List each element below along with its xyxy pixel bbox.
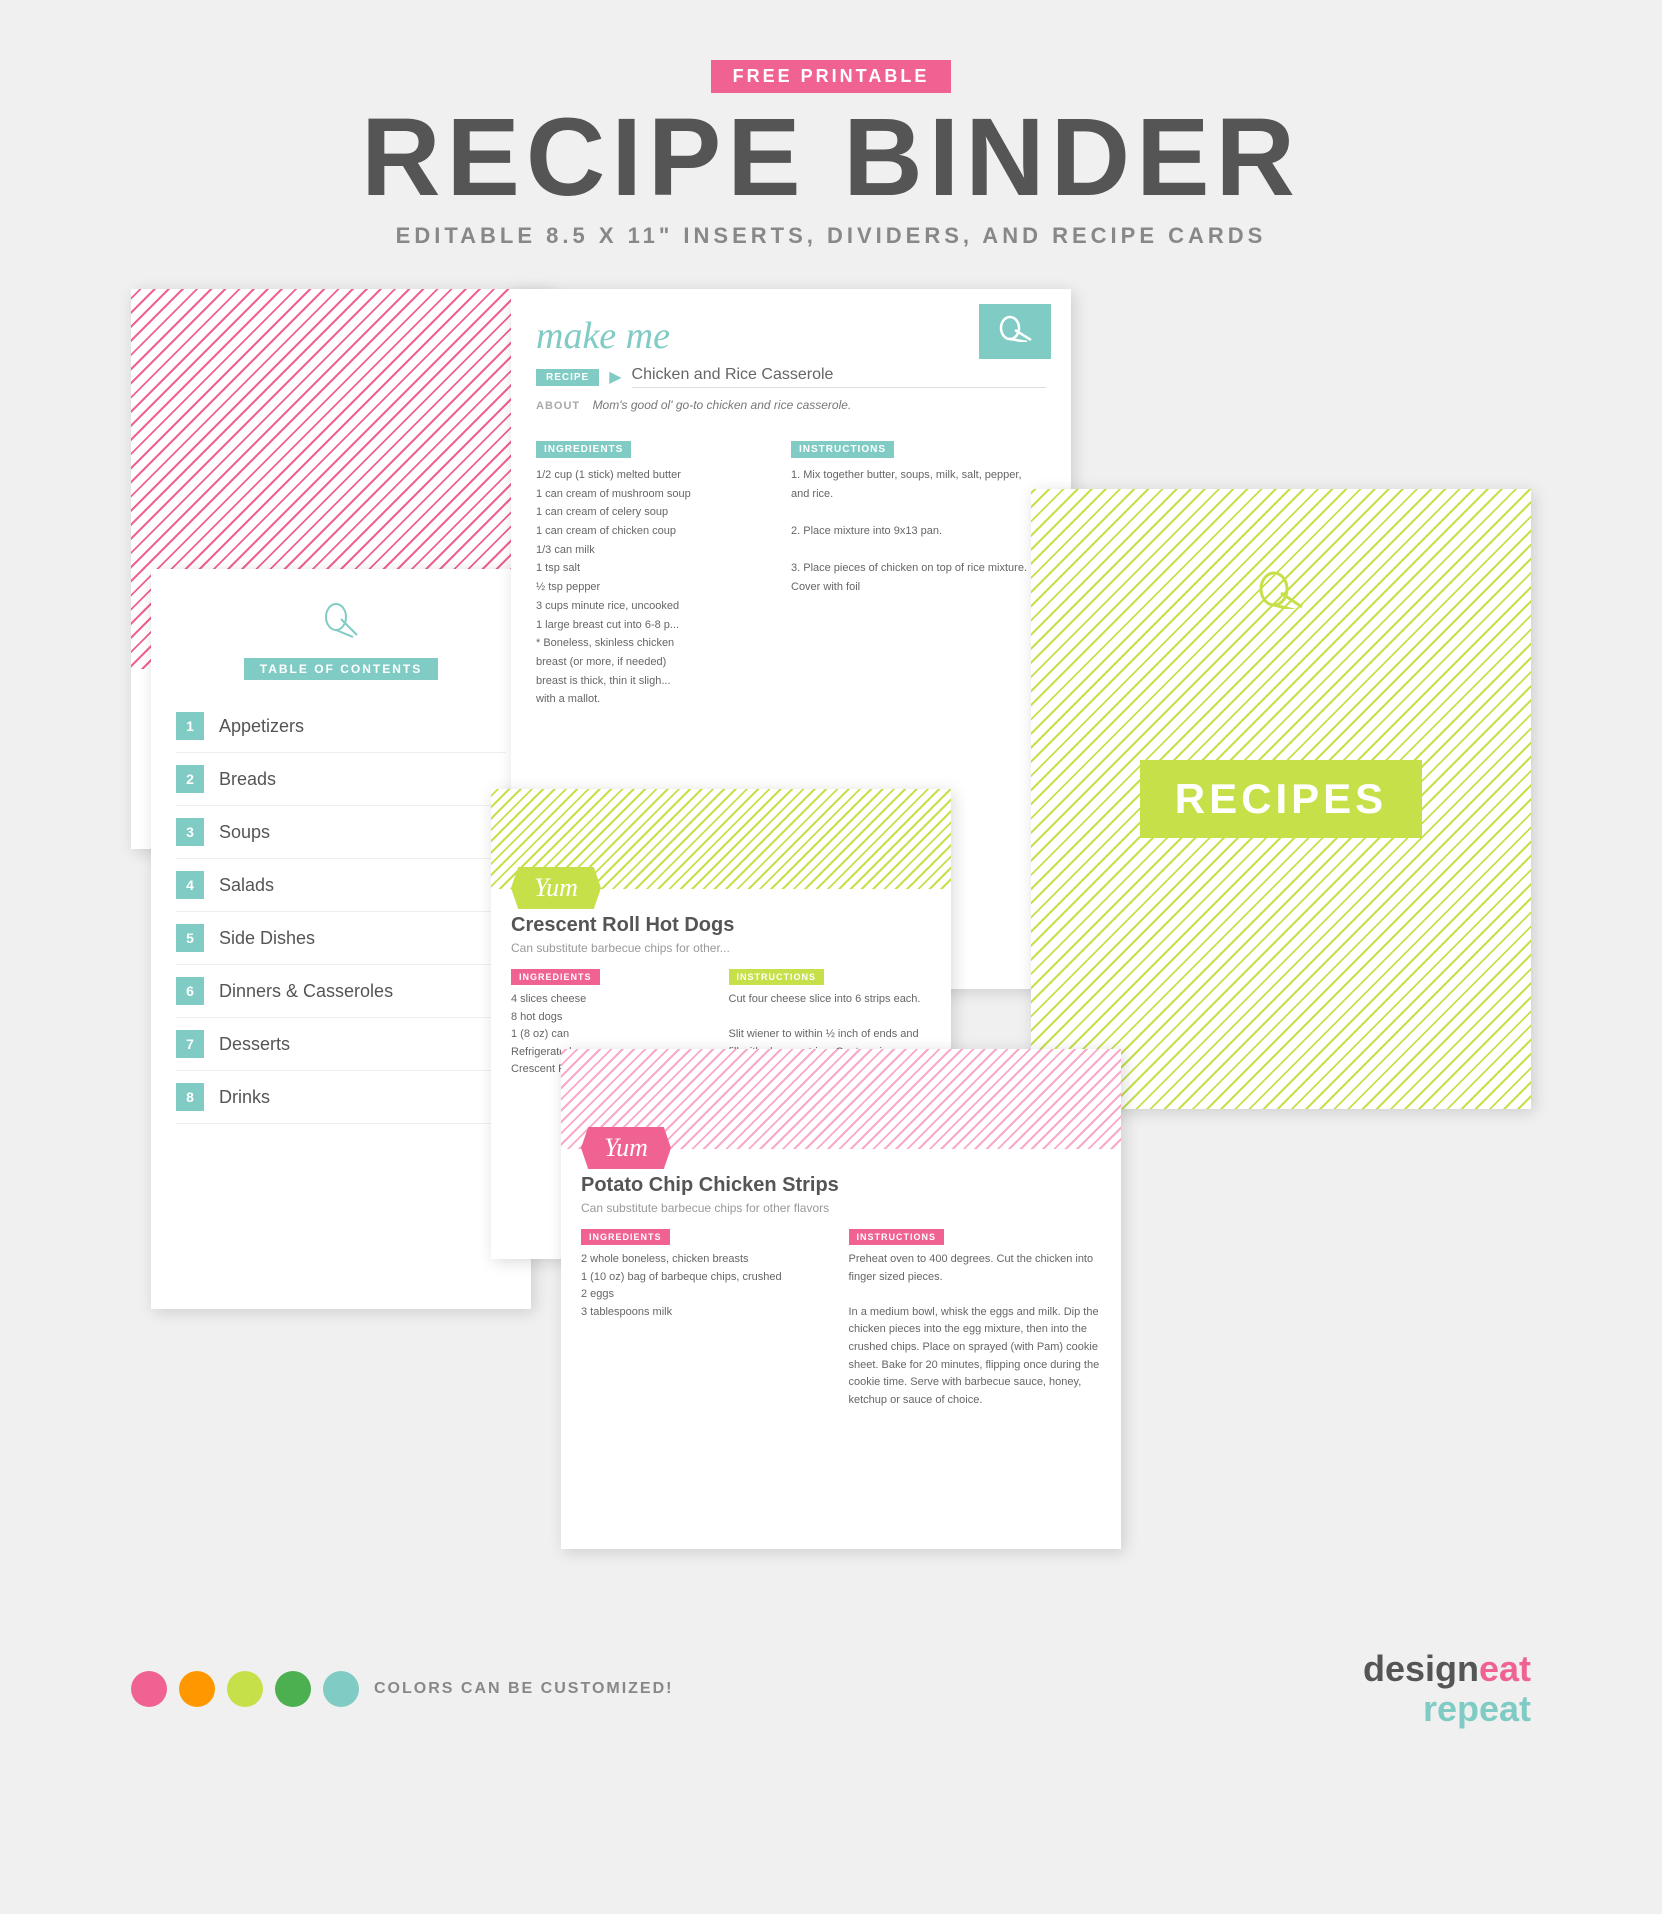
- crescent-roll-title: Crescent Roll Hot Dogs: [511, 914, 931, 937]
- crescent-roll-sub: Can substitute barbecue chips for other.…: [511, 941, 931, 955]
- potato-chip-recipe-card: Yum Potato Chip Chicken Strips Can subst…: [561, 1049, 1121, 1549]
- recipes-badge: RECIPES: [1140, 760, 1422, 838]
- whisk-teal-badge: [979, 304, 1051, 359]
- potato-chip-sub: Can substitute barbecue chips for other …: [581, 1201, 1101, 1215]
- recipes-green-card: RECIPES: [1031, 489, 1531, 1109]
- recipe-arrow-icon: ▶: [609, 367, 621, 387]
- toc-item: 4 Salads: [176, 859, 506, 912]
- potato-chip-cols: INGREDIENTS 2 whole boneless, chicken br…: [581, 1227, 1101, 1409]
- potato-ingredients-col: INGREDIENTS 2 whole boneless, chicken br…: [581, 1227, 834, 1409]
- toc-number: 7: [176, 1030, 204, 1058]
- toc-number: 6: [176, 977, 204, 1005]
- toc-item: 5 Side Dishes: [176, 912, 506, 965]
- toc-number: 2: [176, 765, 204, 793]
- toc-label: Appetizers: [219, 716, 304, 737]
- instructions-header: INSTRUCTIONS: [791, 441, 894, 458]
- toc-label: Breads: [219, 769, 276, 790]
- green-stripe-top: Yum: [491, 789, 951, 889]
- color-dot: [131, 1671, 167, 1707]
- colors-text: COLORS CAN BE CUSTOMIZED!: [374, 1680, 673, 1698]
- ingredients-col: INGREDIENTS 1/2 cup (1 stick) melted but…: [536, 439, 791, 709]
- brand-logo: designeat repeat: [1363, 1649, 1531, 1728]
- potato-instructions-text: Preheat oven to 400 degrees. Cut the chi…: [849, 1251, 1102, 1409]
- yum-badge-green: Yum: [511, 867, 601, 909]
- potato-instructions-col: INSTRUCTIONS Preheat oven to 400 degrees…: [849, 1227, 1102, 1409]
- instructions-col: INSTRUCTIONS 1. Mix together butter, sou…: [791, 439, 1046, 709]
- potato-chip-content: Potato Chip Chicken Strips Can substitut…: [561, 1149, 1121, 1424]
- green-stripe-bg: RECIPES: [1031, 489, 1531, 1109]
- toc-number: 1: [176, 712, 204, 740]
- toc-label: Dinners & Casseroles: [219, 981, 393, 1002]
- recipe-main-header: make me RECIPE ▶ Chicken and Rice Casser…: [511, 289, 1071, 439]
- crescent-instructions-header: INSTRUCTIONS: [729, 969, 825, 985]
- toc-label: Salads: [219, 875, 274, 896]
- color-dots: [131, 1671, 359, 1707]
- ingredients-header: INGREDIENTS: [536, 441, 631, 458]
- toc-label: Side Dishes: [219, 928, 315, 949]
- toc-item: 2 Breads: [176, 753, 506, 806]
- toc-label: Drinks: [219, 1087, 270, 1108]
- brand-eat-text: eat: [1479, 1648, 1531, 1689]
- color-dot: [179, 1671, 215, 1707]
- toc-header: TABLE OF CONTENTS: [176, 599, 506, 700]
- toc-item: 7 Desserts: [176, 1018, 506, 1071]
- make-me-heading: make me: [536, 314, 1046, 358]
- toc-number: 3: [176, 818, 204, 846]
- toc-label: Desserts: [219, 1034, 290, 1055]
- color-dot: [227, 1671, 263, 1707]
- brand-name: designeat repeat: [1363, 1649, 1531, 1728]
- pink-stripe-top: Yum: [561, 1049, 1121, 1149]
- about-label: ABOUT: [536, 400, 580, 412]
- page-subtitle: EDITABLE 8.5 x 11" INSERTS, DIVIDERS, AN…: [361, 223, 1301, 249]
- recipe-body-columns: INGREDIENTS 1/2 cup (1 stick) melted but…: [511, 439, 1071, 709]
- colors-section: COLORS CAN BE CUSTOMIZED!: [131, 1671, 673, 1707]
- about-row: ABOUT Mom's good ol' go-to chicken and r…: [536, 396, 1046, 414]
- recipe-tag: RECIPE: [536, 369, 599, 386]
- toc-item: 6 Dinners & Casseroles: [176, 965, 506, 1018]
- toc-number: 8: [176, 1083, 204, 1111]
- free-printable-badge: FREE PRINTABLE: [711, 60, 952, 93]
- toc-badge: TABLE OF CONTENTS: [244, 658, 438, 680]
- whisk-green-icon: [1256, 569, 1306, 617]
- recipe-name: Chicken and Rice Casserole: [632, 366, 1046, 388]
- potato-ingredients-header: INGREDIENTS: [581, 1229, 670, 1245]
- potato-ingredients-text: 2 whole boneless, chicken breasts 1 (10 …: [581, 1251, 834, 1321]
- ingredients-text: 1/2 cup (1 stick) melted butter 1 can cr…: [536, 466, 776, 709]
- toc-item: 8 Drinks: [176, 1071, 506, 1124]
- table-of-contents-card: TABLE OF CONTENTS 1 Appetizers 2 Breads …: [151, 569, 531, 1309]
- color-dot: [275, 1671, 311, 1707]
- footer: COLORS CAN BE CUSTOMIZED! designeat repe…: [131, 1649, 1531, 1728]
- toc-whisk-icon: [176, 599, 506, 646]
- header: FREE PRINTABLE RECIPE BINDER EDITABLE 8.…: [361, 60, 1301, 249]
- toc-item: 1 Appetizers: [176, 700, 506, 753]
- cards-area: LET'S MAKE Dinners & Casseroles TABLE: [131, 289, 1531, 1589]
- toc-number: 5: [176, 924, 204, 952]
- brand-repeat-text: repeat: [1423, 1688, 1531, 1729]
- toc-list: 1 Appetizers 2 Breads 3 Soups 4 Salads 5…: [176, 700, 506, 1124]
- toc-number: 4: [176, 871, 204, 899]
- page-title: RECIPE BINDER: [361, 103, 1301, 213]
- crescent-ingredients-header: INGREDIENTS: [511, 969, 600, 985]
- potato-instructions-header: INSTRUCTIONS: [849, 1229, 945, 1245]
- toc-label: Soups: [219, 822, 270, 843]
- potato-chip-title: Potato Chip Chicken Strips: [581, 1174, 1101, 1197]
- yum-badge-pink: Yum: [581, 1127, 671, 1169]
- instructions-text: 1. Mix together butter, soups, milk, sal…: [791, 466, 1031, 597]
- brand-design-text: design: [1363, 1648, 1479, 1689]
- color-dot: [323, 1671, 359, 1707]
- recipe-label-row: RECIPE ▶ Chicken and Rice Casserole: [536, 366, 1046, 388]
- toc-item: 3 Soups: [176, 806, 506, 859]
- about-text: Mom's good ol' go-to chicken and rice ca…: [593, 398, 852, 412]
